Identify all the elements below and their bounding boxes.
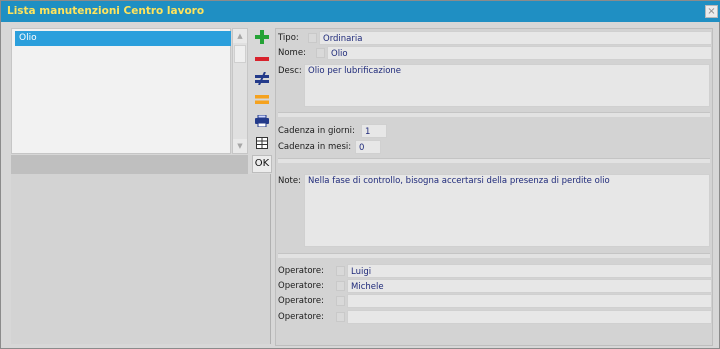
equal-button[interactable] (252, 90, 272, 109)
list-footer (11, 155, 248, 174)
add-icon (255, 29, 269, 44)
close-icon[interactable]: × (705, 5, 718, 18)
print-button[interactable] (252, 111, 272, 130)
not-equal-button[interactable] (252, 69, 272, 88)
section-divider (278, 112, 710, 117)
nome-label: Nome: (278, 48, 306, 58)
operatore-field[interactable]: Luigi (347, 264, 712, 278)
maintenance-list-window: Lista manutenzioni Centro lavoro × Olio … (0, 0, 720, 349)
section-divider (278, 158, 710, 163)
nome-lookup-icon[interactable] (316, 48, 325, 58)
list-scrollbar[interactable]: ▲ ▼ (232, 28, 248, 154)
cadenza-mesi-row: Cadenza in mesi: 0 (278, 140, 712, 154)
tipo-row: Tipo: Ordinaria (278, 31, 712, 45)
cadenza-giorni-field[interactable]: 1 (361, 124, 387, 138)
cadenza-giorni-row: Cadenza in giorni: 1 (278, 124, 712, 138)
cadenza-mesi-field[interactable]: 0 (355, 140, 381, 154)
operatore-label: Operatore: (278, 266, 324, 276)
add-button[interactable] (252, 27, 272, 46)
table-button[interactable] (252, 133, 272, 152)
table-icon (256, 136, 268, 149)
operatore-row: Operatore: Luigi (278, 264, 712, 278)
scroll-up-icon[interactable]: ▲ (233, 29, 247, 43)
operatore-lookup-icon[interactable] (336, 312, 345, 322)
operatore-row: Operatore: (278, 294, 712, 308)
operatore-lookup-icon[interactable] (336, 281, 345, 291)
title-bar: Lista manutenzioni Centro lavoro × (1, 1, 720, 22)
maintenance-list[interactable]: Olio (11, 28, 231, 154)
note-label: Note: (278, 176, 301, 186)
operatore-field[interactable]: Michele (347, 279, 712, 293)
operatore-label: Operatore: (278, 281, 324, 291)
remove-button[interactable] (252, 49, 272, 68)
equal-icon (255, 95, 269, 104)
cadenza-giorni-label: Cadenza in giorni: (278, 126, 355, 136)
cadenza-mesi-label: Cadenza in mesi: (278, 142, 352, 152)
window-title: Lista manutenzioni Centro lavoro (7, 5, 205, 17)
detail-panel: Tipo: Ordinaria Nome: Olio Desc: Olio pe… (275, 28, 713, 346)
operatore-field[interactable] (347, 310, 712, 324)
nome-row: Nome: Olio (278, 46, 712, 60)
tipo-lookup-icon[interactable] (308, 33, 317, 43)
tipo-field[interactable]: Ordinaria (319, 31, 712, 45)
operatore-label: Operatore: (278, 296, 324, 306)
tipo-label: Tipo: (278, 33, 299, 43)
not-equal-icon (255, 72, 269, 85)
remove-icon (255, 56, 269, 61)
operatore-row: Operatore: (278, 310, 712, 324)
print-icon (255, 114, 269, 127)
operatore-field[interactable] (347, 294, 712, 308)
operatore-lookup-icon[interactable] (336, 266, 345, 276)
ok-button[interactable]: OK (252, 155, 272, 173)
scroll-down-icon[interactable]: ▼ (233, 139, 247, 153)
desc-label: Desc: (278, 66, 302, 76)
operatore-row: Operatore: Michele (278, 279, 712, 293)
left-empty-area (11, 174, 271, 344)
section-divider (278, 253, 710, 258)
scroll-thumb[interactable] (234, 45, 246, 63)
nome-field[interactable]: Olio (327, 46, 712, 60)
desc-field[interactable]: Olio per lubrificazione (304, 64, 710, 107)
note-field[interactable]: Nella fase di controllo, bisogna accerta… (304, 174, 710, 247)
operatore-lookup-icon[interactable] (336, 296, 345, 306)
operatore-label: Operatore: (278, 312, 324, 322)
list-item[interactable]: Olio (15, 31, 231, 46)
